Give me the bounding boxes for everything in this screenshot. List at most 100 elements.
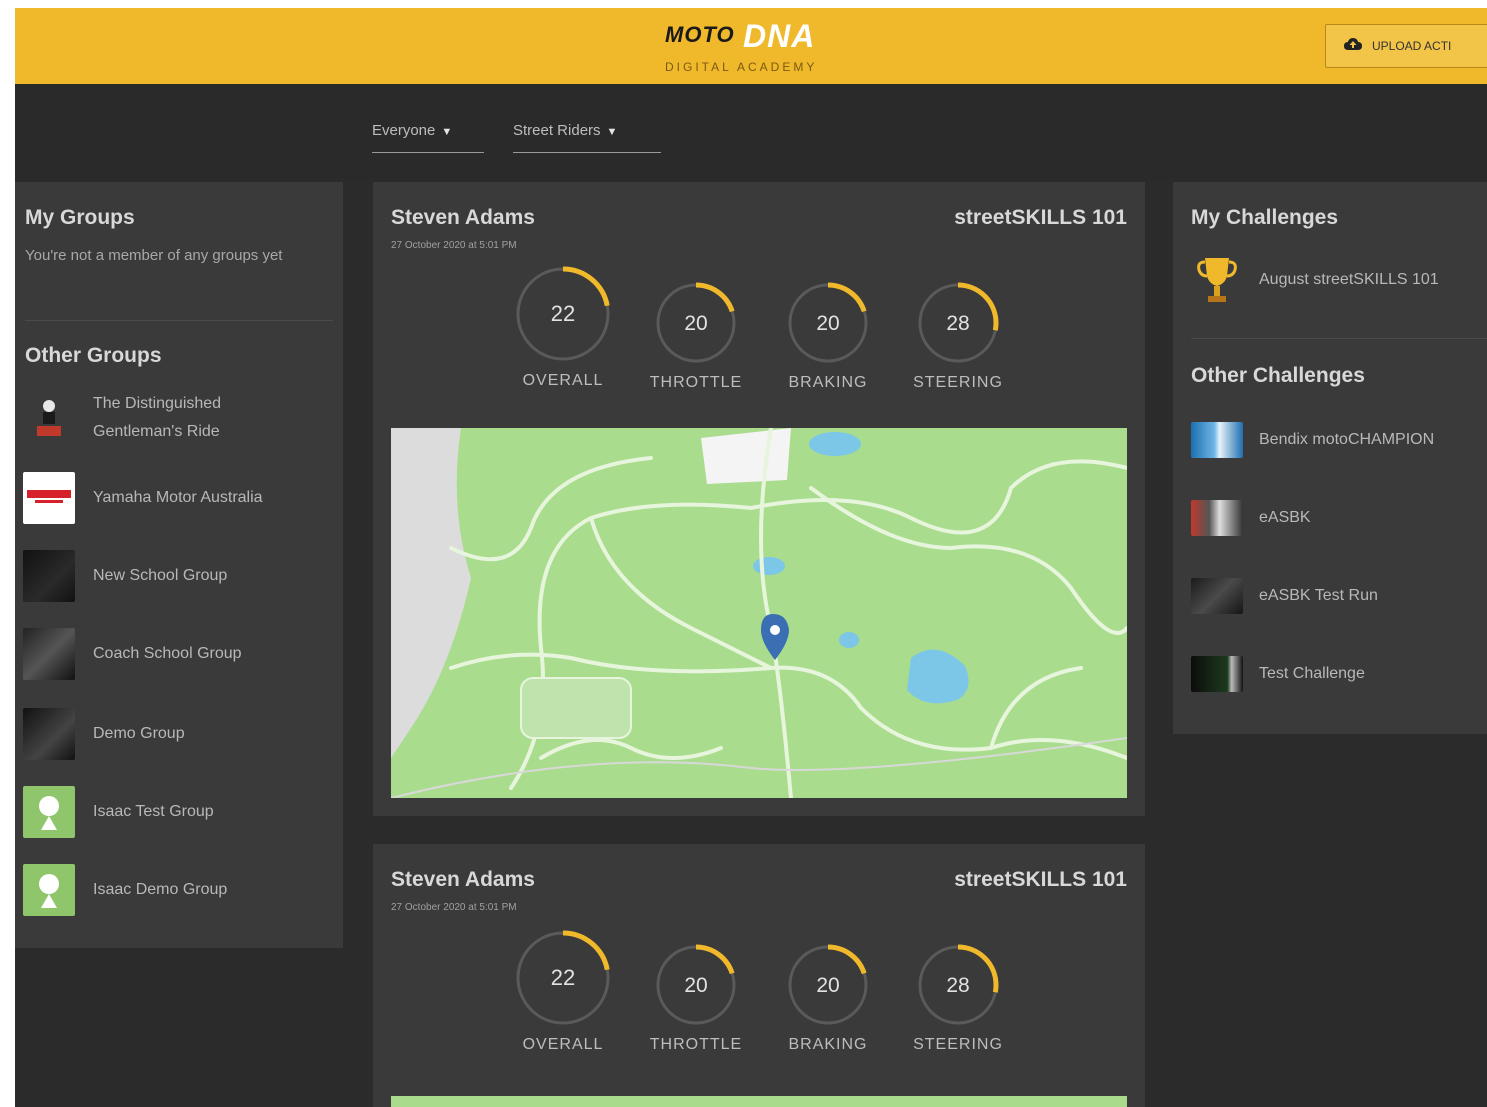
challenge-thumb-icon <box>1191 500 1243 536</box>
score-value: 22 <box>551 301 575 326</box>
group-photo-icon <box>23 708 75 760</box>
rider-name[interactable]: Steven Adams <box>391 868 535 892</box>
steering-score-gauge: 28 STEERING <box>903 280 1013 392</box>
score-label: STEERING <box>913 1036 1003 1053</box>
challenge-label: eASBK Test Run <box>1259 587 1378 604</box>
score-value: 28 <box>946 312 969 335</box>
my-groups-title: My Groups <box>25 206 135 229</box>
braking-score-gauge: 20 BRAKING <box>773 942 883 1054</box>
audience-filter-value: Everyone <box>372 122 436 139</box>
score-ring: 20 <box>787 944 869 1026</box>
trophy-icon <box>1191 254 1243 306</box>
group-photo-icon <box>23 628 75 680</box>
course-name[interactable]: streetSKILLS 101 <box>954 868 1127 892</box>
caret-down-icon: ▼ <box>606 126 618 138</box>
score-ring: 28 <box>917 282 999 364</box>
challenges-panel: My Challenges August streetSKILLS 101 Ot… <box>1173 182 1487 734</box>
groups-panel: My Groups You're not a member of any gro… <box>15 182 343 948</box>
motodna-logo[interactable]: MOTO DNA DIGITAL ACADEMY <box>655 14 855 78</box>
score-value: 20 <box>684 974 707 997</box>
score-value: 20 <box>816 974 839 997</box>
caret-down-icon: ▼ <box>441 126 453 138</box>
score-label: OVERALL <box>522 372 604 389</box>
yamaha-logo-icon <box>23 472 75 524</box>
challenge-thumb-icon <box>1191 578 1243 614</box>
map-canvas <box>391 428 1127 798</box>
challenge-item-easbk-test-run[interactable]: eASBK Test Run <box>1191 572 1487 620</box>
divider <box>1191 338 1487 339</box>
score-label: OVERALL <box>522 1036 604 1053</box>
category-filter-value: Street Riders <box>513 122 601 139</box>
upload-label: UPLOAD ACTI <box>1372 39 1452 53</box>
score-value: 20 <box>816 312 839 335</box>
divider <box>25 320 333 321</box>
score-ring: 22 <box>515 266 611 362</box>
ride-date: 27 October 2020 at 5:01 PM <box>391 240 517 251</box>
cloud-upload-icon <box>1344 37 1362 56</box>
score-label: THROTTLE <box>649 1036 743 1053</box>
logo-dna-text: DNA <box>743 18 816 54</box>
group-label: Coach School Group <box>93 645 242 662</box>
ride-date: 27 October 2020 at 5:01 PM <box>391 902 517 913</box>
other-groups-title: Other Groups <box>25 344 162 367</box>
challenge-item-bendix-motochampion[interactable]: Bendix motoCHAMPION <box>1191 416 1487 464</box>
rider-name[interactable]: Steven Adams <box>391 206 535 230</box>
challenge-label: eASBK <box>1259 509 1311 526</box>
score-label: BRAKING <box>788 374 868 391</box>
score-value: 20 <box>684 312 707 335</box>
overall-score-gauge: 22 OVERALL <box>503 264 623 390</box>
score-label: BRAKING <box>788 1036 868 1053</box>
course-name[interactable]: streetSKILLS 101 <box>954 206 1127 230</box>
group-item-new-school-group[interactable]: New School Group <box>23 550 333 602</box>
my-challenges-title: My Challenges <box>1191 206 1339 229</box>
app-window: MOTO DNA DIGITAL ACADEMY UPLOAD ACTI Eve… <box>15 8 1487 1107</box>
group-item-isaac-test-group[interactable]: Isaac Test Group <box>23 786 333 838</box>
category-filter-dropdown[interactable]: Street Riders ▼ <box>513 122 661 153</box>
challenge-item-august-streetskills-101[interactable]: August streetSKILLS 101 <box>1191 256 1487 304</box>
score-value: 22 <box>551 965 575 990</box>
group-photo-icon <box>23 550 75 602</box>
ride-feed-card[interactable]: Steven Adams 27 October 2020 at 5:01 PM … <box>373 844 1145 1107</box>
ride-map[interactable] <box>391 1096 1127 1107</box>
my-groups-empty-text: You're not a member of any groups yet <box>25 247 283 264</box>
group-item-coach-school-group[interactable]: Coach School Group <box>23 628 333 680</box>
challenge-item-easbk[interactable]: eASBK <box>1191 494 1487 542</box>
group-label: New School Group <box>93 567 228 584</box>
score-ring: 22 <box>515 930 611 1026</box>
score-label: THROTTLE <box>649 374 743 391</box>
group-label: Isaac Demo Group <box>93 881 228 898</box>
group-item-isaac-demo-group[interactable]: Isaac Demo Group <box>23 864 333 916</box>
ride-map[interactable] <box>391 428 1127 798</box>
score-ring: 20 <box>655 944 737 1026</box>
overall-score-gauge: 22 OVERALL <box>503 928 623 1054</box>
group-label: The Distinguished Gentleman's Ride <box>93 395 222 440</box>
throttle-score-gauge: 20 THROTTLE <box>641 942 751 1054</box>
challenge-item-test-challenge[interactable]: Test Challenge <box>1191 650 1487 698</box>
map-pin-thumb-icon <box>23 786 75 838</box>
other-challenges-title: Other Challenges <box>1191 364 1365 387</box>
challenge-label: Bendix motoCHAMPION <box>1259 431 1435 448</box>
filter-bar: Everyone ▼ Street Riders ▼ <box>15 84 1487 180</box>
challenge-thumb-icon <box>1191 656 1243 692</box>
score-value: 28 <box>946 974 969 997</box>
braking-score-gauge: 20 BRAKING <box>773 280 883 392</box>
score-ring: 20 <box>655 282 737 364</box>
challenge-label: Test Challenge <box>1259 665 1365 682</box>
dgr-logo-icon <box>23 392 75 444</box>
throttle-score-gauge: 20 THROTTLE <box>641 280 751 392</box>
logo-moto-text: MOTO <box>665 22 735 47</box>
score-ring: 28 <box>917 944 999 1026</box>
group-item-yamaha-motor-australia[interactable]: Yamaha Motor Australia <box>23 472 333 524</box>
group-item-distinguished-gentlemans-ride[interactable]: The Distinguished Gentleman's Ride <box>23 392 333 444</box>
map-pin-thumb-icon <box>23 864 75 916</box>
score-label: STEERING <box>913 374 1003 391</box>
top-bar: MOTO DNA DIGITAL ACADEMY UPLOAD ACTI <box>15 8 1487 88</box>
audience-filter-dropdown[interactable]: Everyone ▼ <box>372 122 484 153</box>
ride-feed-card[interactable]: Steven Adams 27 October 2020 at 5:01 PM … <box>373 182 1145 816</box>
steering-score-gauge: 28 STEERING <box>903 942 1013 1054</box>
upload-activity-button[interactable]: UPLOAD ACTI <box>1325 24 1487 68</box>
group-item-demo-group[interactable]: Demo Group <box>23 708 333 760</box>
group-label: Isaac Test Group <box>93 803 214 820</box>
group-label: Demo Group <box>93 725 185 742</box>
challenge-label: August streetSKILLS 101 <box>1259 271 1439 288</box>
